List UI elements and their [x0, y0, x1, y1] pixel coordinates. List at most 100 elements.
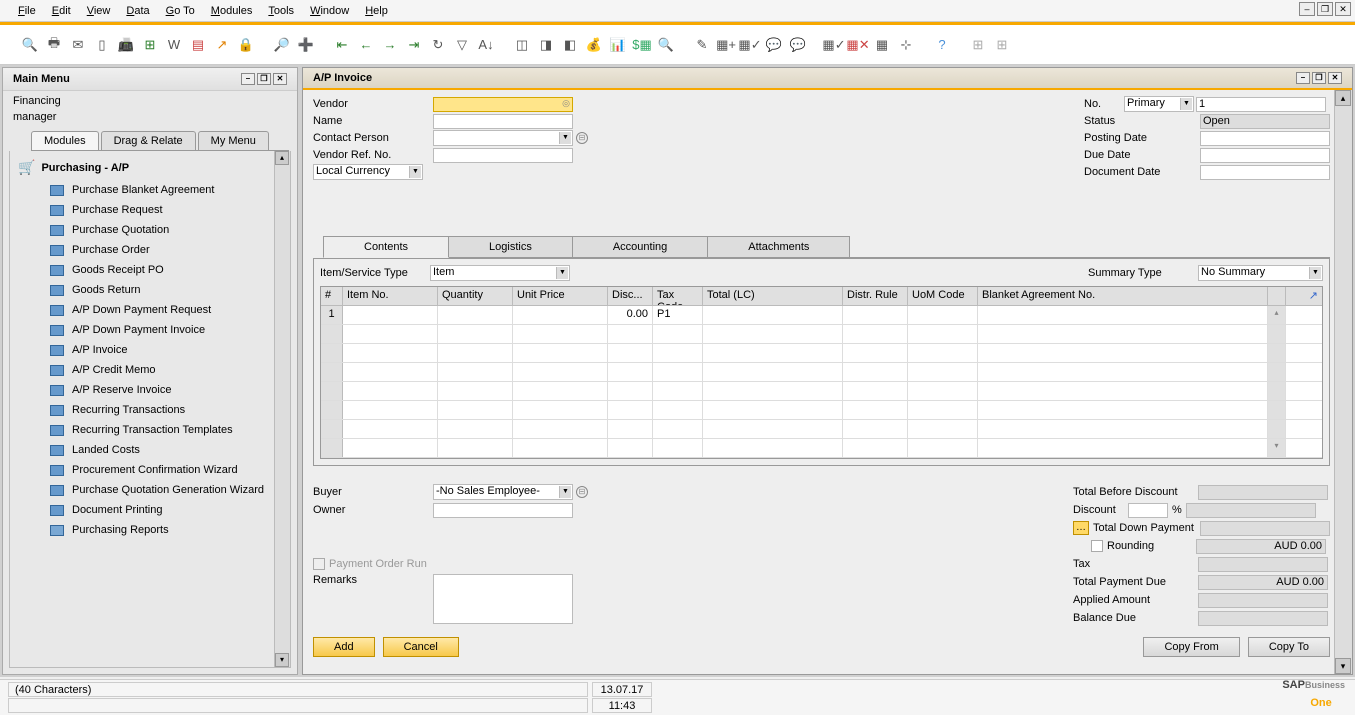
col-quantity[interactable]: Quantity	[438, 287, 513, 305]
currency-select[interactable]: Local Currency▼	[313, 164, 423, 180]
relationship-icon[interactable]: ⊹	[896, 35, 916, 55]
cash-flow-icon[interactable]: ⊞	[968, 35, 988, 55]
tree-folder-item[interactable]: Purchasing Reports	[10, 520, 290, 540]
mm-minimize-button[interactable]: –	[241, 73, 255, 85]
tree-item[interactable]: Purchase Blanket Agreement	[10, 180, 290, 200]
copyfrom-button[interactable]: Copy From	[1143, 637, 1239, 657]
context-help-icon[interactable]: ⊞	[992, 35, 1012, 55]
filter-icon[interactable]: ▽	[452, 35, 472, 55]
menu-data[interactable]: Data	[118, 3, 157, 19]
cell-itemno[interactable]	[343, 306, 438, 324]
cell-distr[interactable]	[843, 306, 908, 324]
tree-purchasing-ap[interactable]: 🛒 Purchasing - A/P	[10, 155, 290, 180]
scroll-up-button[interactable]: ▴	[1335, 90, 1351, 106]
first-record-icon[interactable]: ⇤	[332, 35, 352, 55]
tab-attachments[interactable]: Attachments	[707, 236, 850, 257]
menu-view[interactable]: View	[79, 3, 119, 19]
grid-row-empty[interactable]	[321, 363, 1322, 382]
alert-x-icon[interactable]: ▦✕	[848, 35, 868, 55]
grid-row-empty[interactable]	[321, 382, 1322, 401]
itemservice-select[interactable]: Item▼	[430, 265, 570, 281]
menu-help[interactable]: Help	[357, 3, 396, 19]
volume-icon[interactable]: 📊	[608, 35, 628, 55]
grid-row-empty[interactable]	[321, 401, 1322, 420]
tree-item[interactable]: A/P Credit Memo	[10, 360, 290, 380]
grid-row-empty[interactable]	[321, 344, 1322, 363]
last-record-icon[interactable]: ⇥	[404, 35, 424, 55]
owner-input[interactable]	[433, 503, 573, 518]
tree-item[interactable]: Purchase Quotation	[10, 220, 290, 240]
app-close-button[interactable]: ✕	[1335, 2, 1351, 16]
name-input[interactable]	[433, 114, 573, 129]
col-distrule[interactable]: Distr. Rule	[843, 287, 908, 305]
grid-row-empty[interactable]	[321, 325, 1322, 344]
postingdate-input[interactable]	[1200, 131, 1330, 146]
tree-item[interactable]: Recurring Transaction Templates	[10, 420, 290, 440]
tree-item[interactable]: Document Printing	[10, 500, 290, 520]
remarks-input[interactable]	[433, 574, 573, 624]
tab-drag-relate[interactable]: Drag & Relate	[101, 131, 196, 150]
gross-profit-icon[interactable]: ◧	[560, 35, 580, 55]
col-unitprice[interactable]: Unit Price	[513, 287, 608, 305]
vendorref-input[interactable]	[433, 148, 573, 163]
scroll-down-button[interactable]: ▾	[275, 653, 289, 667]
menu-window[interactable]: Window	[302, 3, 357, 19]
mm-restore-button[interactable]: ❐	[257, 73, 271, 85]
tree-item[interactable]: Purchase Request	[10, 200, 290, 220]
preview-icon[interactable]: 🔍	[20, 35, 40, 55]
cell-uom[interactable]	[908, 306, 978, 324]
trans-journal-icon[interactable]: $▦	[632, 35, 652, 55]
downpayment-button[interactable]: …	[1073, 521, 1089, 535]
tree-scrollbar[interactable]: ▴ ▾	[274, 151, 290, 667]
define-new-icon[interactable]: ⊟	[576, 486, 588, 498]
lookup-icon[interactable]: ◎	[562, 98, 570, 109]
docdate-input[interactable]	[1200, 165, 1330, 180]
excel-icon[interactable]: ⊞	[140, 35, 160, 55]
tab-contents[interactable]: Contents	[323, 236, 449, 258]
col-taxcode[interactable]: Tax Code	[653, 287, 703, 305]
lock-icon[interactable]: 🔒	[236, 35, 256, 55]
menu-goto[interactable]: Go To	[158, 3, 203, 19]
col-total[interactable]: Total (LC)	[703, 287, 843, 305]
help-icon[interactable]: ?	[932, 35, 952, 55]
grid-row-empty[interactable]: ▾	[321, 439, 1322, 458]
tree-item[interactable]: Goods Return	[10, 280, 290, 300]
tab-modules[interactable]: Modules	[31, 131, 99, 150]
word-icon[interactable]: W	[164, 35, 184, 55]
contact-select[interactable]: ▼	[433, 130, 573, 146]
add-button[interactable]: Add	[313, 637, 375, 657]
tree-item[interactable]: A/P Reserve Invoice	[10, 380, 290, 400]
tree-item[interactable]: Purchase Quotation Generation Wizard	[10, 480, 290, 500]
tree-item[interactable]: A/P Invoice	[10, 340, 290, 360]
copyto-button[interactable]: Copy To	[1248, 637, 1330, 657]
discount-pct-input[interactable]	[1128, 503, 1168, 518]
tree-item[interactable]: A/P Down Payment Invoice	[10, 320, 290, 340]
scroll-down-button[interactable]: ▾	[1335, 658, 1351, 674]
form-settings-icon[interactable]: ✎	[692, 35, 712, 55]
menu-modules[interactable]: Modules	[203, 3, 261, 19]
print-icon[interactable]: 🖶	[44, 35, 64, 55]
tree-item[interactable]: Recurring Transactions	[10, 400, 290, 420]
alerts-icon[interactable]: 💬	[788, 35, 808, 55]
add-mode-icon[interactable]: ➕	[296, 35, 316, 55]
menu-file[interactable]: File	[10, 3, 44, 19]
col-discount[interactable]: Disc...	[608, 287, 653, 305]
cell-total[interactable]	[703, 306, 843, 324]
launch-icon[interactable]: ↗	[212, 35, 232, 55]
app-restore-button[interactable]: ❐	[1317, 2, 1333, 16]
col-blanket[interactable]: Blanket Agreement No.	[978, 287, 1268, 305]
tab-logistics[interactable]: Logistics	[448, 236, 573, 257]
grid-row-empty[interactable]	[321, 420, 1322, 439]
define-new-icon[interactable]: ⊟	[576, 132, 588, 144]
refresh-icon[interactable]: ↻	[428, 35, 448, 55]
tree-item[interactable]: Procurement Confirmation Wizard	[10, 460, 290, 480]
cell-qty[interactable]	[438, 306, 513, 324]
buyer-select[interactable]: -No Sales Employee-▼	[433, 484, 573, 500]
docnum-input[interactable]: 1	[1196, 97, 1326, 112]
tab-accounting[interactable]: Accounting	[572, 236, 708, 257]
cell-disc[interactable]: 0.00	[608, 306, 653, 324]
tree-item[interactable]: A/P Down Payment Request	[10, 300, 290, 320]
rounding-checkbox[interactable]	[1091, 540, 1103, 552]
tree-item[interactable]: Purchase Order	[10, 240, 290, 260]
cancel-button[interactable]: Cancel	[383, 637, 459, 657]
